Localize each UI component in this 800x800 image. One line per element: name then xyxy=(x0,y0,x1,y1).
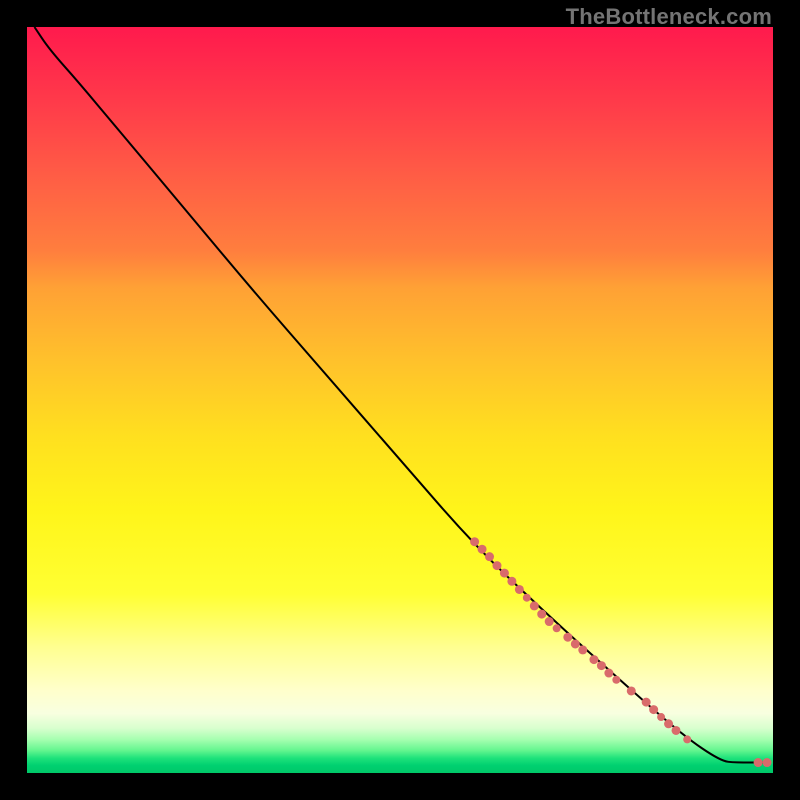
data-marker xyxy=(672,726,681,735)
data-marker xyxy=(530,601,539,610)
data-marker xyxy=(571,639,580,648)
data-marker xyxy=(492,561,501,570)
data-marker xyxy=(553,624,561,632)
data-marker xyxy=(664,719,673,728)
data-marker xyxy=(478,545,487,554)
data-marker xyxy=(537,610,546,619)
chart-stage: TheBottleneck.com xyxy=(0,0,800,800)
data-marker xyxy=(578,645,587,654)
data-marker xyxy=(642,698,651,707)
data-marker xyxy=(604,669,613,678)
data-marker xyxy=(515,585,524,594)
data-marker xyxy=(485,552,494,561)
data-marker xyxy=(563,633,572,642)
chart-overlay xyxy=(27,27,773,773)
plot-area xyxy=(27,27,773,773)
data-marker xyxy=(507,577,516,586)
marker-group xyxy=(470,537,771,767)
data-marker xyxy=(657,713,665,721)
data-marker xyxy=(470,537,479,546)
data-marker xyxy=(627,686,636,695)
data-marker xyxy=(754,758,763,767)
data-marker xyxy=(763,758,772,767)
data-marker xyxy=(545,617,554,626)
data-marker xyxy=(589,655,598,664)
data-marker xyxy=(500,569,509,578)
data-marker xyxy=(683,735,691,743)
curve-path xyxy=(34,27,765,763)
data-marker xyxy=(649,705,658,714)
data-marker xyxy=(597,661,606,670)
data-marker xyxy=(523,594,531,602)
data-marker xyxy=(612,676,620,684)
